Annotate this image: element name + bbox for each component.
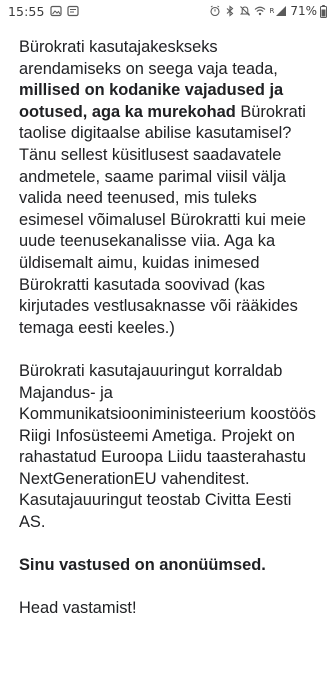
bluetooth-icon <box>227 5 234 17</box>
survey-intro-text: Bürokrati kasutajakeskseks arendamiseks … <box>19 37 319 620</box>
mute-icon <box>240 6 251 16</box>
paragraph-purpose: Bürokrati kasutajakeskseks arendamiseks … <box>19 37 319 339</box>
status-left: 15:55 <box>8 4 79 19</box>
paragraph-organizer: Bürokrati kasutajauuringut korraldab Maj… <box>19 361 316 532</box>
anonymity-notice: Sinu vastused on anonüümsed. <box>19 556 266 575</box>
status-time: 15:55 <box>8 3 45 19</box>
wifi-icon <box>255 6 266 16</box>
status-bar: 15:55 R 71% <box>0 0 335 22</box>
screen-notification-icon <box>66 5 79 17</box>
paragraph-purpose-intro: Bürokrati kasutajakeskseks arendamiseks … <box>19 38 278 78</box>
closing-greeting: Head vastamist! <box>19 599 137 618</box>
signal-icon <box>276 6 287 16</box>
gallery-notification-icon <box>49 5 62 17</box>
battery-percentage: 71% <box>290 4 317 18</box>
status-right: R 71% <box>209 4 327 18</box>
battery-icon <box>320 4 327 18</box>
paragraph-purpose-rest: Bürokrati taolise digitaalse abilise kas… <box>19 102 306 337</box>
alarm-icon <box>210 5 221 17</box>
roaming-label: R <box>269 6 275 15</box>
